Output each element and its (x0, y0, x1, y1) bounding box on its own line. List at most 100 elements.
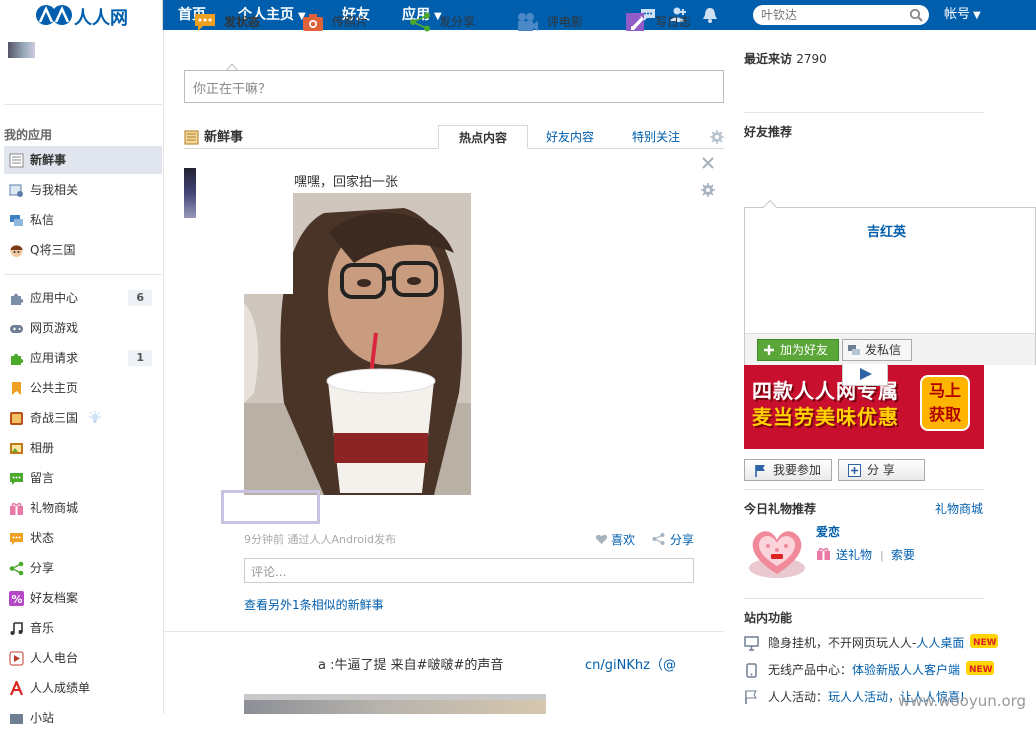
mobile-icon (746, 663, 757, 678)
share-ad-button[interactable]: 分 享 (838, 459, 925, 481)
tab-write-blog[interactable]: 写日志 (625, 8, 691, 36)
tab-friend-content[interactable]: 好友内容 (532, 125, 608, 149)
send-message-button[interactable]: 发私信 (842, 339, 912, 361)
new-badge-icon: NEW (970, 634, 999, 648)
sidebar-item-label: 留言 (30, 471, 55, 485)
newsfeed-icon (9, 153, 24, 168)
user-avatar[interactable] (8, 42, 35, 58)
sidebar-item-related[interactable]: 与我相关 (4, 176, 162, 204)
poster-avatar[interactable] (184, 168, 196, 218)
search-icon[interactable] (909, 8, 923, 22)
sidebar-item-report-card[interactable]: 人人成绩单 (4, 674, 162, 702)
ad-get-now-button[interactable]: 马上 获取 (920, 375, 970, 431)
message-icon (10, 215, 23, 226)
heart-cake-gift-image[interactable] (746, 524, 808, 582)
ad-play-tab[interactable] (842, 364, 888, 386)
sidebar-item-guestbook[interactable]: 留言 (4, 464, 162, 492)
status-input[interactable]: 你正在干嘛？ (184, 70, 724, 103)
sidebar-item-public-pages[interactable]: 公共主页 (4, 374, 162, 402)
request-gift-link[interactable]: 索要 (891, 546, 915, 563)
tab-post-status[interactable]: 发状态 (194, 8, 260, 36)
account-menu[interactable]: 帐号 ▼ (944, 0, 981, 30)
sidebar-item-messages[interactable]: 私信 (4, 206, 162, 234)
renren-logo[interactable]: 人人网 (0, 0, 163, 30)
sidebar-item-album[interactable]: 相册 (4, 434, 162, 462)
sidebar-item-qjiang[interactable]: Q将三国 (4, 236, 162, 264)
tab-upload-photo[interactable]: 传照片 (302, 8, 368, 36)
send-gift-label: 送礼物 (836, 548, 873, 562)
sidebar-item-label: 礼物商城 (30, 501, 79, 515)
app-requests-count-badge: 1 (128, 350, 152, 366)
sidebar-item-label: 与我相关 (30, 183, 79, 197)
sidebar-item-status[interactable]: 状态 (4, 524, 162, 552)
left-sidebar: 我的应用 新鲜事 与我相关 私信 Q将三国 应用中心 6 网页游戏 应用请求 1… (0, 30, 164, 725)
tab-share[interactable]: 发分享 (409, 8, 475, 36)
like-button[interactable]: 喜欢 (595, 531, 635, 548)
sidebar-item-gift-shop[interactable]: 礼物商城 (4, 494, 162, 522)
similar-feeds-link[interactable]: 查看另外1条相似的新鲜事 (244, 596, 384, 613)
sidebar-item-newsfeed[interactable]: 新鲜事 (4, 146, 162, 174)
app-center-count-badge: 6 (128, 290, 152, 306)
sidebar-item-friend-profile[interactable]: % 好友档案 (4, 584, 162, 612)
sidebar-item-app-center[interactable]: 应用中心 6 (4, 284, 162, 312)
friend-recommend-title: 好友推荐 (744, 125, 793, 139)
sidebar-item-radio[interactable]: 人人电台 (4, 644, 162, 672)
feed-item-image[interactable] (244, 694, 546, 714)
mobile-client-link[interactable]: 体验新版人人客户端 (852, 663, 960, 677)
tab-label: 评电影 (547, 15, 584, 29)
desktop-client-link[interactable]: 人人桌面 (916, 636, 964, 650)
gift-shop-link[interactable]: 礼物商城 (935, 500, 983, 517)
sidebar-item-music[interactable]: 音乐 (4, 614, 162, 642)
comment-input[interactable]: 评论... (244, 558, 694, 583)
new-badge-icon: NEW (965, 661, 994, 675)
sidebar-item-app-requests[interactable]: 应用请求 1 (4, 344, 162, 372)
report-icon (9, 681, 24, 696)
sidebar-item-label: 好友档案 (30, 591, 79, 605)
tab-hot-content[interactable]: 热点内容 (438, 125, 528, 149)
send-gift-link[interactable]: 送礼物 (816, 546, 872, 563)
flag-icon (755, 465, 765, 477)
function-text: 无线产品中心： (768, 663, 853, 677)
feed-photo[interactable] (244, 193, 471, 495)
status-text: 嘿嘿，回家拍一张 (294, 175, 399, 190)
post-meta: 9分钟前 通过人人Android发布 (244, 533, 397, 546)
tab-special-follow[interactable]: 特别关注 (618, 125, 694, 149)
feed-title-text: 新鲜事 (204, 130, 244, 145)
gift-name[interactable]: 爱恋 (816, 523, 840, 540)
sidebar-item-label: 公共主页 (30, 381, 79, 395)
gamepad-icon (10, 325, 23, 333)
notification-bell-icon[interactable] (701, 6, 719, 24)
gear-icon[interactable] (710, 130, 724, 144)
lightbulb-icon (89, 411, 101, 423)
join-button[interactable]: 我要参加 (744, 459, 832, 481)
like-label: 喜欢 (611, 533, 636, 547)
sidebar-item-qizhan[interactable]: 奇战三国 (4, 404, 162, 432)
tab-label: 发分享 (439, 15, 476, 29)
divider (744, 489, 984, 490)
film-camera-icon (518, 13, 538, 31)
gift-icon (10, 502, 23, 515)
plus-icon (848, 464, 861, 477)
gift-icon (817, 547, 830, 560)
sidebar-item-share[interactable]: 分享 (4, 554, 162, 582)
recommended-friend-name[interactable]: 吉红英 (867, 221, 906, 240)
sidebar-item-label: 小站 (30, 711, 55, 725)
close-icon[interactable] (700, 155, 716, 171)
tab-review-movie[interactable]: 评电影 (517, 8, 583, 36)
monitor-icon (744, 636, 759, 651)
site-icon (10, 714, 23, 724)
send-message-label: 发私信 (865, 343, 902, 357)
add-friend-button[interactable]: 加为好友 (757, 339, 839, 361)
sidebar-item-web-games[interactable]: 网页游戏 (4, 314, 162, 342)
svg-text:NEW: NEW (969, 665, 993, 675)
image-selection-box (221, 490, 320, 524)
function-row-desktop: 隐身挂机，不开网页玩人人-人人桌面 NEW (744, 634, 999, 652)
sidebar-item-site[interactable]: 小站 (4, 704, 162, 732)
divider (744, 598, 984, 599)
ad-btn-line2: 获取 (928, 405, 961, 424)
search-input[interactable] (761, 7, 901, 23)
search-box[interactable] (753, 5, 929, 25)
share-button[interactable]: 分享 (652, 531, 694, 548)
feed-item-link[interactable]: cn/giNKhz（@ (585, 654, 676, 673)
gear-icon[interactable] (701, 183, 715, 197)
